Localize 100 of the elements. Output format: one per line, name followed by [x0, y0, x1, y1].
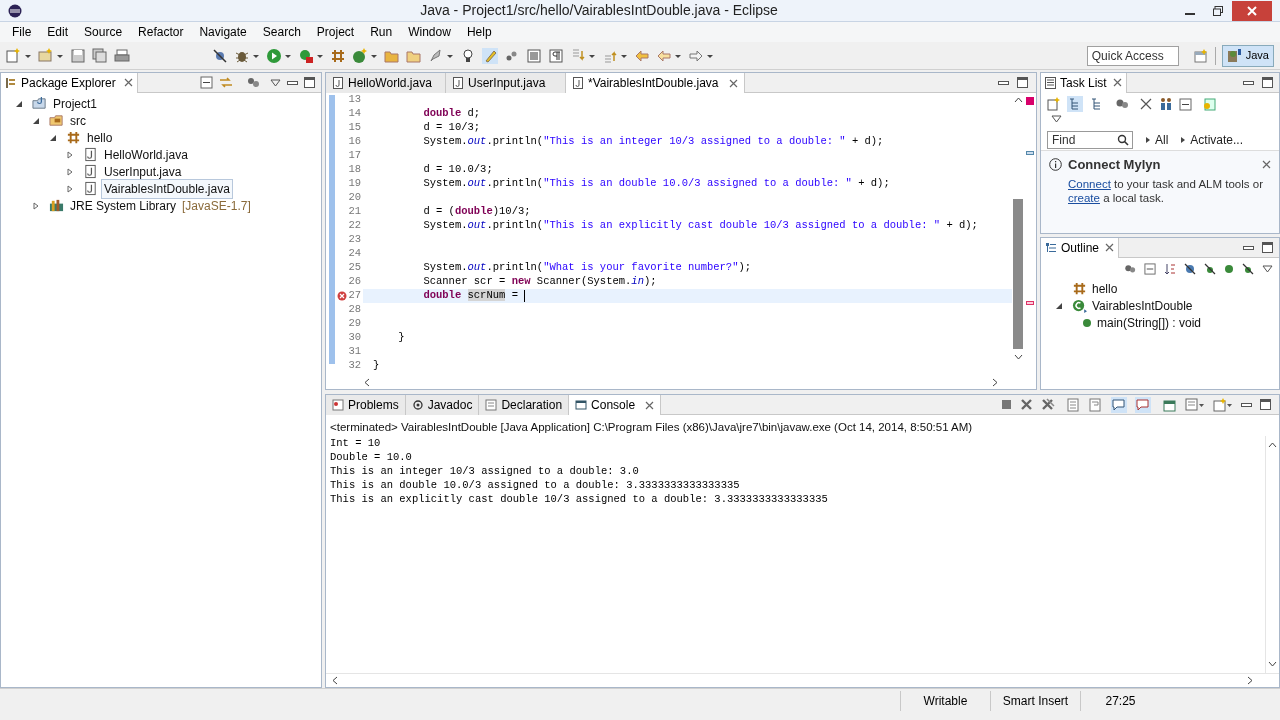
- tree-item[interactable]: main(String[]) : void: [1095, 313, 1204, 332]
- error-marker-icon[interactable]: [1026, 97, 1034, 105]
- expander-icon[interactable]: [66, 167, 74, 176]
- scroll-up-icon[interactable]: [1268, 442, 1277, 449]
- dot-icon[interactable]: [1224, 264, 1234, 274]
- view-menu-icon[interactable]: [1262, 265, 1273, 273]
- skip-breakpoints-icon[interactable]: [212, 47, 228, 64]
- menu-item[interactable]: File: [4, 22, 40, 42]
- close-icon[interactable]: [1105, 243, 1115, 252]
- expander-icon[interactable]: [15, 99, 23, 108]
- print-icon[interactable]: [114, 47, 130, 64]
- minimize-icon[interactable]: [1241, 402, 1252, 407]
- view-tab[interactable]: Javadoc: [405, 395, 480, 415]
- hide-static-icon[interactable]: [1204, 263, 1216, 275]
- menu-item[interactable]: Help: [458, 22, 500, 42]
- maximize-icon[interactable]: [1262, 242, 1273, 253]
- close-icon[interactable]: [728, 78, 738, 88]
- save-icon[interactable]: [70, 47, 86, 64]
- scroll-left-icon[interactable]: [332, 676, 338, 685]
- tree-item[interactable]: VairablesIntDouble.java: [101, 178, 233, 199]
- maximize-icon[interactable]: [1262, 77, 1273, 88]
- pilcrow-icon[interactable]: [548, 47, 564, 64]
- block-selection-icon[interactable]: [526, 47, 542, 64]
- tree-item[interactable]: hello: [1090, 279, 1120, 298]
- people-icon[interactable]: [1159, 97, 1173, 111]
- close-icon[interactable]: [1112, 78, 1122, 87]
- pin-console-icon[interactable]: [1163, 397, 1177, 412]
- java-perspective-button[interactable]: Java: [1221, 44, 1274, 67]
- collapse-all-icon[interactable]: [200, 76, 213, 89]
- filter-link[interactable]: All: [1145, 130, 1169, 149]
- bulb-icon[interactable]: [460, 47, 476, 64]
- external-tools-icon[interactable]: [298, 47, 314, 64]
- maximize-icon[interactable]: [304, 77, 315, 88]
- expander-icon[interactable]: [49, 133, 57, 142]
- link-editor-icon[interactable]: [219, 76, 233, 89]
- editor-tab[interactable]: *VairablesIntDouble.java: [566, 73, 745, 93]
- minimize-icon[interactable]: [998, 80, 1009, 85]
- close-icon[interactable]: [1262, 160, 1271, 170]
- new-package-icon[interactable]: [330, 47, 346, 64]
- scroll-down-icon[interactable]: [1268, 661, 1277, 667]
- expander-icon[interactable]: [66, 150, 74, 159]
- menu-item[interactable]: Edit: [39, 22, 77, 42]
- quick-access-field[interactable]: Quick Access: [1086, 45, 1179, 66]
- show-on-output-icon[interactable]: [1111, 396, 1127, 413]
- editor-tab[interactable]: HelloWorld.java: [326, 73, 446, 93]
- scroll-left-icon[interactable]: [364, 378, 370, 387]
- categorized-icon[interactable]: [1067, 96, 1083, 112]
- view-menu-icon[interactable]: [270, 78, 281, 87]
- minimize-icon[interactable]: [1243, 245, 1254, 250]
- scroll-right-icon[interactable]: [992, 378, 998, 387]
- minimize-icon[interactable]: [287, 80, 298, 85]
- scrollbar-thumb[interactable]: [1013, 199, 1023, 349]
- view-menu-icon[interactable]: [1051, 115, 1062, 123]
- expander-icon[interactable]: [66, 184, 74, 193]
- link[interactable]: Connect: [1068, 177, 1111, 190]
- save-all-icon[interactable]: [92, 47, 108, 64]
- view-tab[interactable]: Declaration: [479, 395, 570, 415]
- scroll-right-icon[interactable]: [1247, 676, 1253, 685]
- collapse-all-icon[interactable]: [1179, 97, 1192, 111]
- close-button[interactable]: [1232, 0, 1272, 21]
- expander-icon[interactable]: [1055, 301, 1063, 310]
- outline-tab[interactable]: Outline: [1041, 237, 1120, 258]
- display-console-icon[interactable]: [1185, 397, 1205, 412]
- show-on-error-icon[interactable]: [1135, 396, 1151, 413]
- editor-tab[interactable]: UserInput.java: [446, 73, 566, 93]
- scroll-up-icon[interactable]: [1013, 97, 1023, 103]
- error-icon[interactable]: [337, 291, 348, 301]
- maximize-icon[interactable]: [1260, 399, 1271, 410]
- close-icon[interactable]: [645, 400, 655, 410]
- minimize-icon[interactable]: [1243, 80, 1254, 85]
- highlight-icon[interactable]: [482, 47, 498, 64]
- link[interactable]: create: [1068, 191, 1100, 204]
- menu-item[interactable]: Refactor: [130, 22, 192, 42]
- expander-icon[interactable]: [32, 201, 40, 210]
- open-console-icon[interactable]: [1213, 397, 1233, 412]
- menu-item[interactable]: Search: [254, 22, 309, 42]
- new-class-icon[interactable]: [352, 47, 368, 64]
- menu-item[interactable]: Window: [400, 22, 459, 42]
- mark-complete-icon[interactable]: [1139, 97, 1153, 111]
- hide-local-icon[interactable]: [1242, 263, 1254, 275]
- terminate-icon[interactable]: [1001, 399, 1012, 410]
- remove-launch-icon[interactable]: [1020, 398, 1033, 411]
- tree-item[interactable]: VairablesIntDouble: [1090, 296, 1195, 315]
- menu-item[interactable]: Project: [308, 22, 363, 42]
- view-tab[interactable]: Console: [569, 395, 662, 415]
- menu-item[interactable]: Navigate: [191, 22, 255, 42]
- remove-all-icon[interactable]: [1041, 398, 1055, 411]
- view-tab[interactable]: Problems: [326, 395, 406, 415]
- package-explorer-tab[interactable]: Package Explorer: [1, 72, 138, 93]
- hide-fields-icon[interactable]: [1184, 263, 1196, 275]
- maximize-icon[interactable]: [1017, 77, 1028, 88]
- task-list-tab[interactable]: Task List: [1041, 72, 1127, 93]
- menu-item[interactable]: Source: [76, 22, 131, 42]
- sort-icon[interactable]: [1164, 263, 1176, 275]
- filter-link[interactable]: Activate...: [1180, 130, 1244, 149]
- close-icon[interactable]: [123, 78, 133, 87]
- menu-item[interactable]: Run: [362, 22, 401, 42]
- expander-icon[interactable]: [32, 116, 40, 125]
- run-icon[interactable]: [266, 47, 282, 64]
- scroll-down-icon[interactable]: [1013, 354, 1023, 360]
